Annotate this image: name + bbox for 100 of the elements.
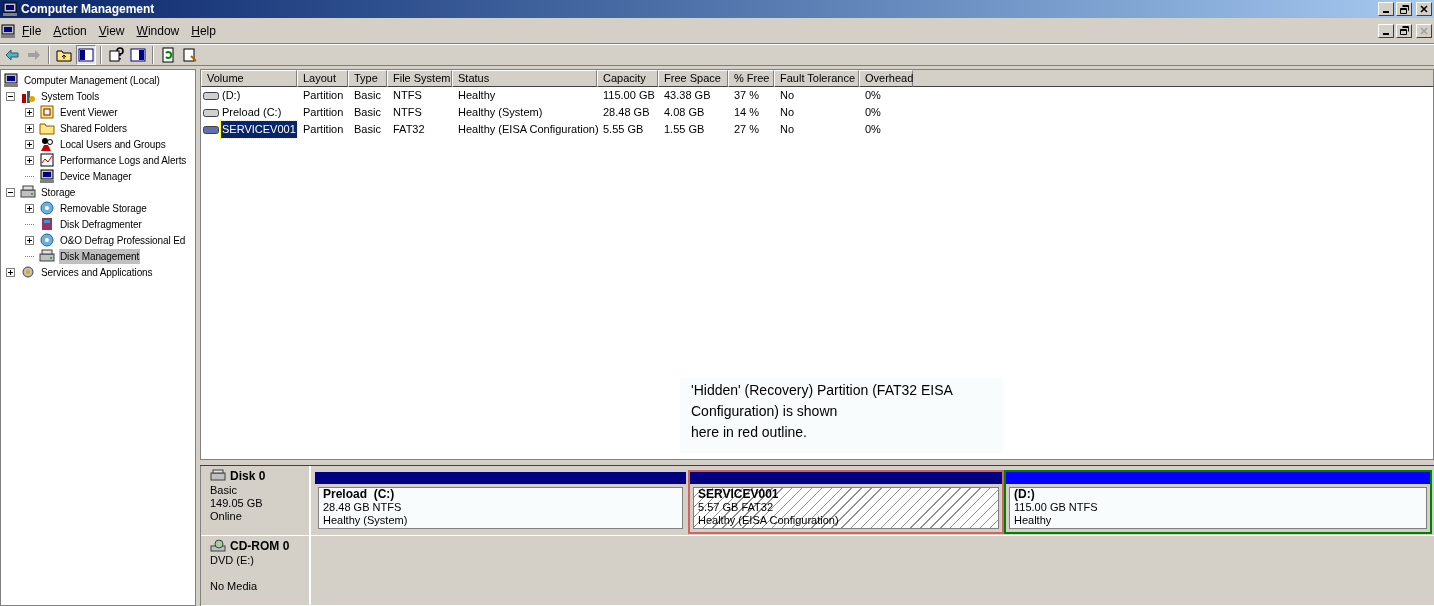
volume-name[interactable]: Preload (C:) xyxy=(221,104,283,121)
close-icon xyxy=(1420,5,1428,13)
minimize-button[interactable] xyxy=(1378,2,1394,16)
disc-icon xyxy=(39,232,55,248)
table-cell-text: Partition xyxy=(302,88,345,104)
tree-item[interactable]: Device Manager xyxy=(59,168,133,184)
pane-button[interactable] xyxy=(128,45,148,65)
tree-item[interactable]: Event Viewer xyxy=(59,104,119,120)
menu-item[interactable]: Window xyxy=(130,21,186,40)
table-cell-text: 1.55 GB xyxy=(663,122,706,138)
pane-icon xyxy=(130,47,146,63)
disk-info: No Media xyxy=(210,580,259,593)
column-header[interactable]: Capacity xyxy=(597,70,658,87)
minimize-icon xyxy=(1383,32,1389,35)
expand-toggle[interactable] xyxy=(25,155,34,165)
table-cell-text: 115.00 GB xyxy=(602,88,656,104)
tree-item[interactable]: System Tools xyxy=(40,88,101,104)
tree-item[interactable]: Disk Defragmenter xyxy=(59,216,143,232)
column-header[interactable]: File System xyxy=(387,70,452,87)
tree-item[interactable]: O&O Defrag Professional Ed xyxy=(59,232,187,248)
tree-button[interactable] xyxy=(76,45,96,65)
tree-item[interactable]: Storage xyxy=(40,184,77,200)
restore-button[interactable] xyxy=(1396,23,1412,38)
expand-toggle[interactable] xyxy=(25,139,34,149)
table-cell-text: Basic xyxy=(353,122,382,138)
volume-name[interactable]: (D:) xyxy=(221,87,242,104)
partition-status: Healthy (System) xyxy=(323,514,409,527)
column-header[interactable]: Layout xyxy=(297,70,348,87)
column-header[interactable]: % Free xyxy=(728,70,774,87)
minimize-icon xyxy=(1383,11,1389,13)
tree-item[interactable]: Performance Logs and Alerts xyxy=(59,152,188,168)
computer-icon xyxy=(39,168,55,184)
expand-toggle[interactable] xyxy=(25,235,34,245)
column-header[interactable]: Overhead xyxy=(859,70,913,87)
gear-icon xyxy=(20,264,36,280)
menu-item[interactable]: Action xyxy=(47,21,93,40)
expand-toggle[interactable] xyxy=(6,267,15,277)
expand-toggle[interactable] xyxy=(25,203,34,213)
tree-item[interactable]: Services and Applications xyxy=(40,264,154,280)
expand-toggle[interactable] xyxy=(25,107,34,117)
tree-item[interactable]: Local Users and Groups xyxy=(59,136,167,152)
menu-item[interactable]: View xyxy=(92,21,131,40)
partition-block[interactable]: (D:) 115.00 GB NTFS Healthy xyxy=(1004,470,1432,534)
restore-icon xyxy=(1399,26,1409,35)
table-cell-text: Healthy xyxy=(457,88,497,104)
plus-icon xyxy=(26,156,33,164)
disk-info: Online xyxy=(210,510,243,523)
collapse-toggle[interactable] xyxy=(6,187,15,197)
partition-size: 28.48 GB NTFS xyxy=(323,501,403,514)
minimize-button[interactable] xyxy=(1378,23,1394,38)
tree-item[interactable]: Shared Folders xyxy=(59,120,128,136)
disc-drive-icon xyxy=(210,539,226,553)
close-button[interactable] xyxy=(1416,2,1432,16)
help-icon xyxy=(108,47,124,63)
menu-item[interactable]: Help xyxy=(185,21,222,40)
table-cell-text: 0% xyxy=(864,88,882,104)
volume-name[interactable]: SERVICEV001 xyxy=(221,121,297,138)
chart-icon xyxy=(39,152,55,168)
collapse-toggle[interactable] xyxy=(6,91,15,101)
table-cell-text: 5.55 GB xyxy=(602,122,645,138)
partition-block[interactable]: SERVICEV001 5.57 GB FAT32 Healthy (EISA Configuration) xyxy=(688,470,1004,534)
drive-icon xyxy=(203,107,219,118)
close-icon xyxy=(1420,26,1428,35)
close-button[interactable] xyxy=(1416,23,1432,38)
column-header[interactable]: Volume xyxy=(201,70,297,87)
folder-icon xyxy=(39,120,55,136)
refresh-icon xyxy=(160,47,176,63)
partition-name: Preload (C:) xyxy=(323,488,396,501)
table-cell-text: Healthy (EISA Configuration) xyxy=(457,122,597,138)
table-cell-text: Partition xyxy=(302,122,345,138)
plus-icon xyxy=(26,124,33,132)
table-cell-text: FAT32 xyxy=(392,122,426,138)
tree-item[interactable]: Removable Storage xyxy=(59,200,148,216)
column-header[interactable]: Status xyxy=(452,70,597,87)
disk-info: 149.05 GB xyxy=(210,497,264,510)
back-icon xyxy=(4,47,20,63)
annotation-note: 'Hidden' (Recovery) Partition (FAT32 EISA Configuration) is shown here in red outline. xyxy=(680,378,1003,453)
column-header[interactable]: Fault Tolerance xyxy=(774,70,859,87)
column-header[interactable]: Type xyxy=(348,70,387,87)
partition-name: (D:) xyxy=(1014,488,1036,501)
help-button[interactable] xyxy=(106,45,126,65)
plus-icon xyxy=(26,108,33,116)
table-cell-text: Healthy (System) xyxy=(457,105,544,121)
restore-button[interactable] xyxy=(1396,2,1412,16)
table-cell-text: 0% xyxy=(864,105,882,121)
partition-size: 5.57 GB FAT32 xyxy=(698,501,774,514)
disk-name: Disk 0 xyxy=(230,469,266,483)
table-cell-text: Partition xyxy=(302,105,345,121)
computer-icon xyxy=(3,72,19,88)
column-header[interactable]: Free Space xyxy=(658,70,728,87)
table-cell-text: Basic xyxy=(353,105,382,121)
tree-item[interactable]: Computer Management (Local) xyxy=(23,72,161,88)
forward-icon xyxy=(26,47,42,63)
table-cell-text: No xyxy=(779,122,796,138)
menu-item[interactable]: File xyxy=(16,21,48,40)
plus-icon xyxy=(7,268,14,276)
export-icon xyxy=(182,47,198,63)
expand-toggle[interactable] xyxy=(25,123,34,133)
table-cell-text: NTFS xyxy=(392,105,423,121)
tree-item[interactable]: Disk Management xyxy=(59,248,141,264)
